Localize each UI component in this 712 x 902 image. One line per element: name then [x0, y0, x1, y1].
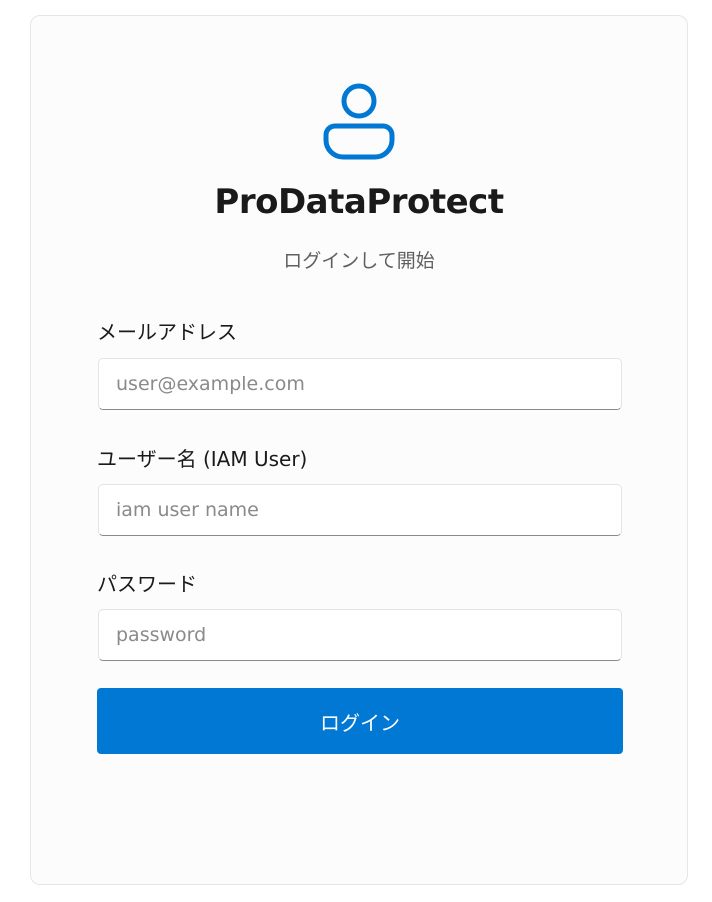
- email-field[interactable]: [98, 358, 622, 410]
- email-label: メールアドレス: [97, 320, 237, 344]
- password-field[interactable]: [98, 609, 622, 661]
- username-field[interactable]: [98, 484, 622, 536]
- username-label: ユーザー名 (IAM User): [97, 447, 308, 471]
- login-card: ProDataProtect ログインして開始 メールアドレス ユーザー名 (I…: [30, 15, 688, 885]
- user-avatar-icon: [323, 83, 395, 160]
- app-subtitle: ログインして開始: [283, 250, 435, 272]
- app-title: ProDataProtect: [214, 182, 504, 222]
- login-button[interactable]: ログイン: [97, 688, 623, 754]
- password-label: パスワード: [97, 572, 197, 596]
